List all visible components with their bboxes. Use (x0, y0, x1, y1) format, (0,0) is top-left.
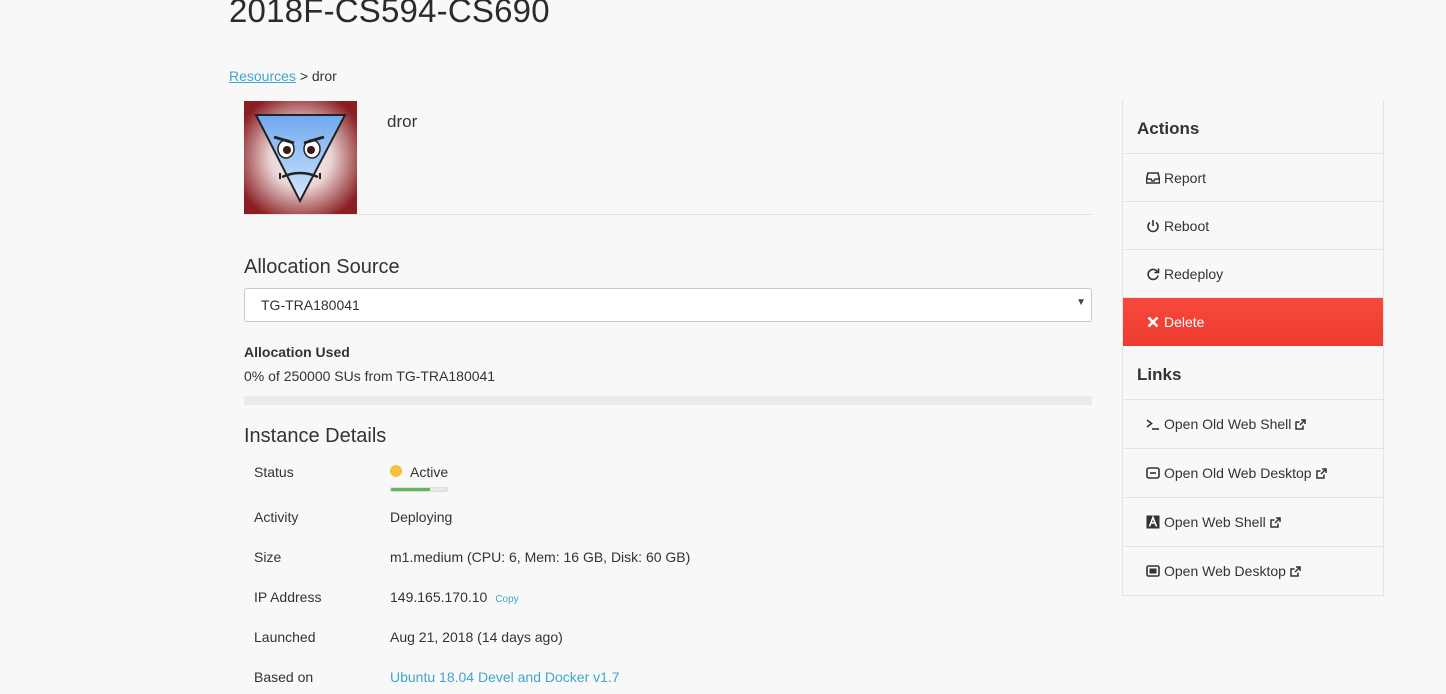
open-web-shell-link[interactable]: Open Web Shell (1123, 498, 1383, 547)
page-title: 2018F-CS594-CS690 (229, 0, 550, 29)
allocation-progress-bar (244, 396, 1092, 405)
open-web-shell-label: Open Web Shell (1164, 514, 1266, 530)
open-old-web-shell-link[interactable]: Open Old Web Shell (1123, 400, 1383, 449)
sidebar: Actions Report Reboot Redeploy Delete Li… (1122, 100, 1384, 596)
refresh-icon (1147, 268, 1160, 281)
report-button[interactable]: Report (1123, 154, 1383, 202)
delete-button[interactable]: Delete (1123, 298, 1383, 346)
status-progress-fill (391, 488, 431, 491)
copy-ip-button[interactable]: Copy (495, 594, 518, 605)
breadcrumb: Resources > dror (229, 68, 337, 84)
external-link-icon (1269, 517, 1281, 528)
ip-address-label: IP Address (254, 589, 322, 605)
inbox-icon (1146, 172, 1160, 184)
reboot-label: Reboot (1164, 218, 1210, 234)
open-old-web-desktop-label: Open Old Web Desktop (1164, 465, 1312, 481)
actions-heading: Actions (1123, 100, 1383, 154)
redeploy-button[interactable]: Redeploy (1123, 250, 1383, 298)
open-old-web-shell-label: Open Old Web Shell (1164, 416, 1292, 432)
launched-label: Launched (254, 629, 316, 645)
size-value: m1.medium (CPU: 6, Mem: 16 GB, Disk: 60 … (390, 549, 691, 565)
power-icon (1147, 220, 1159, 233)
terminal-icon (1146, 419, 1159, 430)
allocation-source-value: TG-TRA180041 (261, 297, 360, 313)
status-label: Status (254, 464, 294, 480)
shell-a-icon (1146, 515, 1160, 529)
launched-value: Aug 21, 2018 (14 days ago) (390, 629, 563, 645)
breadcrumb-current: dror (311, 68, 337, 84)
external-link-icon (1290, 566, 1301, 577)
open-web-desktop-label: Open Web Desktop (1164, 563, 1286, 579)
header-divider (244, 214, 1092, 215)
based-on-label: Based on (254, 669, 314, 685)
allocation-used-text: 0% of 250000 SUs from TG-TRA180041 (244, 368, 496, 384)
delete-label: Delete (1164, 314, 1205, 330)
instance-name: dror (387, 112, 418, 131)
monitor-icon (1146, 565, 1160, 577)
links-heading: Links (1123, 346, 1383, 400)
allocation-source-select[interactable]: TG-TRA180041 ▼ (244, 288, 1092, 322)
open-web-desktop-link[interactable]: Open Web Desktop (1123, 547, 1383, 596)
status-indicator-icon (390, 465, 402, 477)
ip-address-value: 149.165.170.10 (390, 589, 488, 605)
activity-value: Deploying (390, 509, 453, 525)
allocation-used-label: Allocation Used (244, 344, 350, 360)
ip-address-row: 149.165.170.10 Copy (390, 589, 519, 605)
redeploy-label: Redeploy (1164, 266, 1224, 282)
external-link-icon (1295, 419, 1307, 430)
activity-label: Activity (254, 509, 299, 525)
breadcrumb-resources-link[interactable]: Resources (229, 68, 296, 84)
close-icon (1147, 316, 1159, 328)
instance-avatar (244, 101, 357, 214)
status-value: Active (410, 464, 449, 480)
instance-details-heading: Instance Details (244, 425, 387, 447)
report-label: Report (1164, 170, 1207, 186)
external-link-icon (1315, 468, 1327, 479)
reboot-button[interactable]: Reboot (1123, 202, 1383, 250)
based-on-row: Ubuntu 18.04 Devel and Docker v1.7 (390, 669, 620, 685)
status-progress-bar (390, 487, 448, 492)
breadcrumb-separator: > (299, 68, 308, 84)
allocation-source-heading: Allocation Source (244, 256, 400, 278)
based-on-image-link[interactable]: Ubuntu 18.04 Devel and Docker v1.7 (390, 669, 620, 685)
chevron-down-icon: ▼ (1076, 297, 1086, 308)
desktop-icon (1146, 467, 1160, 479)
size-label: Size (254, 549, 282, 565)
open-old-web-desktop-link[interactable]: Open Old Web Desktop (1123, 449, 1383, 498)
